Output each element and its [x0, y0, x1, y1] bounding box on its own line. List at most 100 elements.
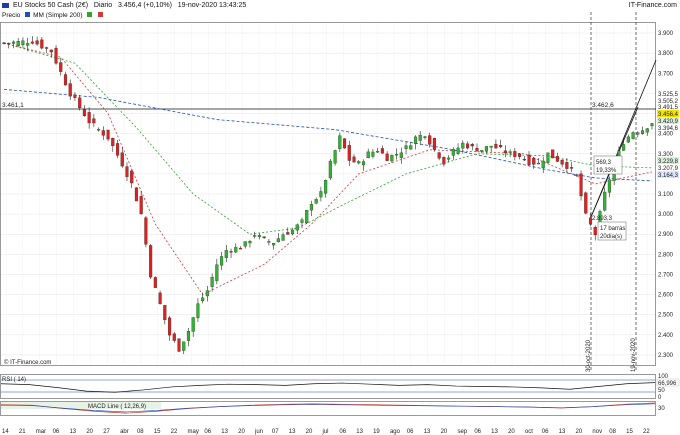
vline2-label: 19-nov-2020 [631, 338, 637, 372]
candle-body [447, 157, 451, 160]
candle-body [437, 152, 441, 159]
candle-body [390, 154, 394, 162]
candle-body [305, 210, 309, 224]
rsi-value: 66,996 [658, 381, 677, 387]
candle-body [49, 49, 53, 53]
candle-body [300, 219, 304, 223]
candle-body [636, 132, 640, 135]
candle-body [622, 144, 626, 151]
candle-body [404, 145, 408, 149]
candle-body [163, 305, 167, 321]
y-tick-label: 3.400 [658, 132, 674, 138]
candle-body [111, 137, 115, 147]
candle-body [272, 243, 276, 246]
low-label: 2.893,3 [592, 216, 613, 222]
watermark: © IT-Finance.com [4, 359, 51, 366]
candle-body [2, 42, 6, 44]
rsi-line [0, 382, 656, 393]
candle-body [186, 331, 191, 341]
x-tick-label: 20 [86, 429, 93, 435]
y-tick-label: 2.300 [658, 353, 674, 359]
candle-body [328, 160, 332, 179]
y-tick-label: 2.800 [658, 252, 674, 258]
candle-body [158, 292, 162, 305]
days-count: 20día(s) [600, 234, 622, 240]
candle-body [68, 83, 72, 97]
candle-body [518, 153, 522, 157]
candle-body [35, 40, 39, 45]
candle-body [210, 277, 214, 287]
candle-body [26, 43, 30, 46]
candle-body [451, 149, 455, 156]
y-tick-label: 2.700 [658, 272, 674, 278]
swing-pct: 19,33% [596, 168, 617, 174]
candle-body [470, 144, 474, 147]
x-tick-label: 13 [356, 429, 363, 435]
grid [1, 23, 655, 365]
swing-points: 569,3 [596, 160, 612, 166]
candle-body [366, 151, 370, 159]
candle-body [494, 143, 498, 149]
candle-body [106, 129, 110, 140]
x-tick-label: nov [592, 429, 602, 435]
candle-body [371, 151, 375, 157]
candle-body [555, 156, 559, 162]
x-tick-label: 15 [626, 429, 633, 435]
candle-body [248, 241, 252, 244]
candle-body [167, 317, 172, 336]
candle-body [243, 241, 247, 247]
candle-body [229, 251, 233, 253]
x-tick-label: 06 [474, 429, 481, 435]
candle-body [380, 148, 384, 154]
candle-body [238, 247, 243, 250]
x-tick-label: may [188, 429, 199, 435]
candle-body [144, 217, 148, 245]
candle-body [333, 150, 337, 164]
candle-body [489, 145, 493, 148]
x-tick-label: 13 [424, 429, 431, 435]
candle-body [432, 137, 436, 150]
x-tick-label: 13 [289, 429, 296, 435]
candle-body [78, 97, 82, 109]
candle-body [196, 303, 200, 318]
candle-body [456, 147, 460, 154]
candle-body [182, 341, 186, 351]
macd-value: 30 [658, 406, 665, 412]
candle-body [295, 224, 299, 231]
x-tick-label: 20 [306, 429, 313, 435]
y-tick-label: 2.900 [658, 232, 674, 238]
candle-body [640, 130, 645, 134]
candle-body [59, 62, 63, 72]
y-tick-label: 3.900 [658, 31, 674, 37]
candle-body [385, 153, 389, 161]
ma-green-line [3, 42, 653, 235]
x-tick-label: mar [36, 429, 46, 435]
candle-body [551, 149, 555, 159]
candle-body [134, 187, 138, 202]
candle-body [314, 199, 318, 204]
candle-body [82, 109, 86, 117]
x-tick-label: oct [525, 429, 533, 435]
candle-body [376, 151, 380, 153]
chart-canvas: 3.9003.8003.7003.6003.5003.4003.3003.200… [0, 12, 680, 435]
rsi-50: 50 [658, 388, 665, 394]
candle-body [153, 277, 157, 288]
candle-body [395, 154, 399, 156]
y-tick-label: 2.500 [658, 313, 674, 319]
candle-body [30, 41, 34, 44]
candle-body [97, 129, 101, 131]
x-tick-label: 13 [221, 429, 228, 435]
vline1-label: 30-oct-2020 [586, 339, 592, 372]
candle-body [201, 297, 205, 302]
x-tick-label: 19 [373, 429, 380, 435]
x-tick-label: sep [457, 429, 467, 435]
y-tick-label: 2.400 [658, 333, 674, 339]
level-label-right: 3.462,6 [592, 102, 614, 109]
rsi-panel-frame [0, 374, 656, 399]
candle-body [324, 180, 328, 194]
y-tick-label: 3.000 [658, 212, 674, 218]
ma200-line [3, 88, 653, 182]
candle-body [177, 338, 181, 352]
candle-body [87, 112, 91, 124]
candle-body [115, 143, 120, 156]
